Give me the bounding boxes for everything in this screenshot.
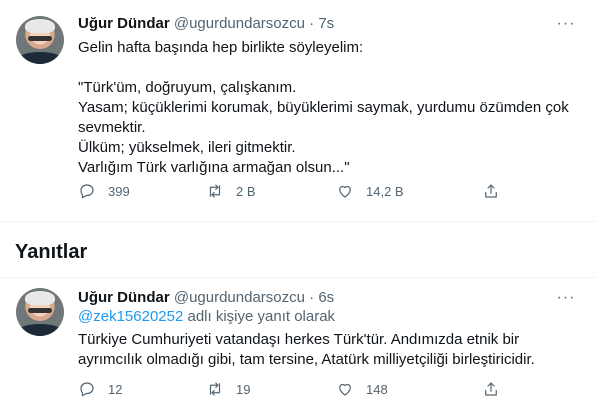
- like-count: 148: [366, 381, 388, 397]
- retweet-icon: [209, 382, 221, 396]
- share-icon: [485, 382, 497, 396]
- separator-dot: ·: [309, 289, 315, 306]
- like-button[interactable]: 148: [336, 379, 388, 399]
- retweet-button[interactable]: 2 B: [206, 181, 256, 201]
- reply-button[interactable]: 12: [78, 379, 122, 399]
- author-name[interactable]: Uğur Dündar: [78, 15, 170, 32]
- retweet-button[interactable]: 19: [206, 379, 250, 399]
- reply-count: 12: [108, 381, 123, 397]
- reply-icon: [80, 184, 94, 199]
- tweet-header: Uğur Dündar @ugurdundarsozcu · 6s: [78, 289, 556, 309]
- tweet-time[interactable]: 6s: [318, 289, 334, 306]
- reply-icon: [80, 382, 94, 397]
- retweet-icon: [209, 184, 221, 198]
- tweet-actions: 12 19 148: [78, 379, 556, 399]
- reply-button[interactable]: 399: [78, 181, 130, 201]
- retweet-count: 19: [236, 381, 251, 397]
- reply-tweet[interactable]: Uğur Dündar @ugurdundarsozcu · 6s ··· @z…: [0, 278, 596, 413]
- share-button[interactable]: [482, 181, 500, 201]
- author-handle[interactable]: @ugurdundarsozcu: [174, 289, 305, 306]
- heart-icon: [339, 185, 351, 198]
- more-icon[interactable]: ···: [556, 290, 576, 306]
- replies-heading: Yanıtlar: [15, 241, 88, 263]
- share-icon: [485, 184, 497, 198]
- retweet-count: 2 B: [236, 183, 256, 199]
- like-button[interactable]: 14,2 B: [336, 181, 404, 201]
- separator-dot: ·: [309, 15, 315, 32]
- author-name[interactable]: Uğur Dündar: [78, 289, 170, 306]
- author-avatar[interactable]: [16, 16, 64, 64]
- more-icon[interactable]: ···: [556, 16, 576, 32]
- heart-icon: [339, 383, 351, 396]
- mention-link[interactable]: @zek15620252: [78, 308, 183, 325]
- replying-to: @zek15620252 adlı kişiye yanıt olarak: [78, 308, 335, 325]
- tweet-text: Türkiye Cumhuriyeti vatandaşı herkes Tür…: [78, 331, 535, 368]
- reply-count: 399: [108, 183, 130, 199]
- author-avatar[interactable]: [16, 288, 64, 336]
- author-handle[interactable]: @ugurdundarsozcu: [174, 15, 305, 32]
- tweet-header: Uğur Dündar @ugurdundarsozcu · 7s: [78, 15, 556, 35]
- tweet-time[interactable]: 7s: [318, 15, 334, 32]
- tweet-actions: 399 2 B 14,2 B: [78, 181, 556, 201]
- replying-to-label: adlı kişiye yanıt olarak: [183, 308, 336, 325]
- share-button[interactable]: [482, 379, 500, 399]
- main-tweet[interactable]: Uğur Dündar @ugurdundarsozcu · 7s ··· Ge…: [0, 0, 596, 222]
- like-count: 14,2 B: [366, 183, 404, 199]
- tweet-text: Gelin hafta başında hep birlikte söyleye…: [78, 39, 569, 176]
